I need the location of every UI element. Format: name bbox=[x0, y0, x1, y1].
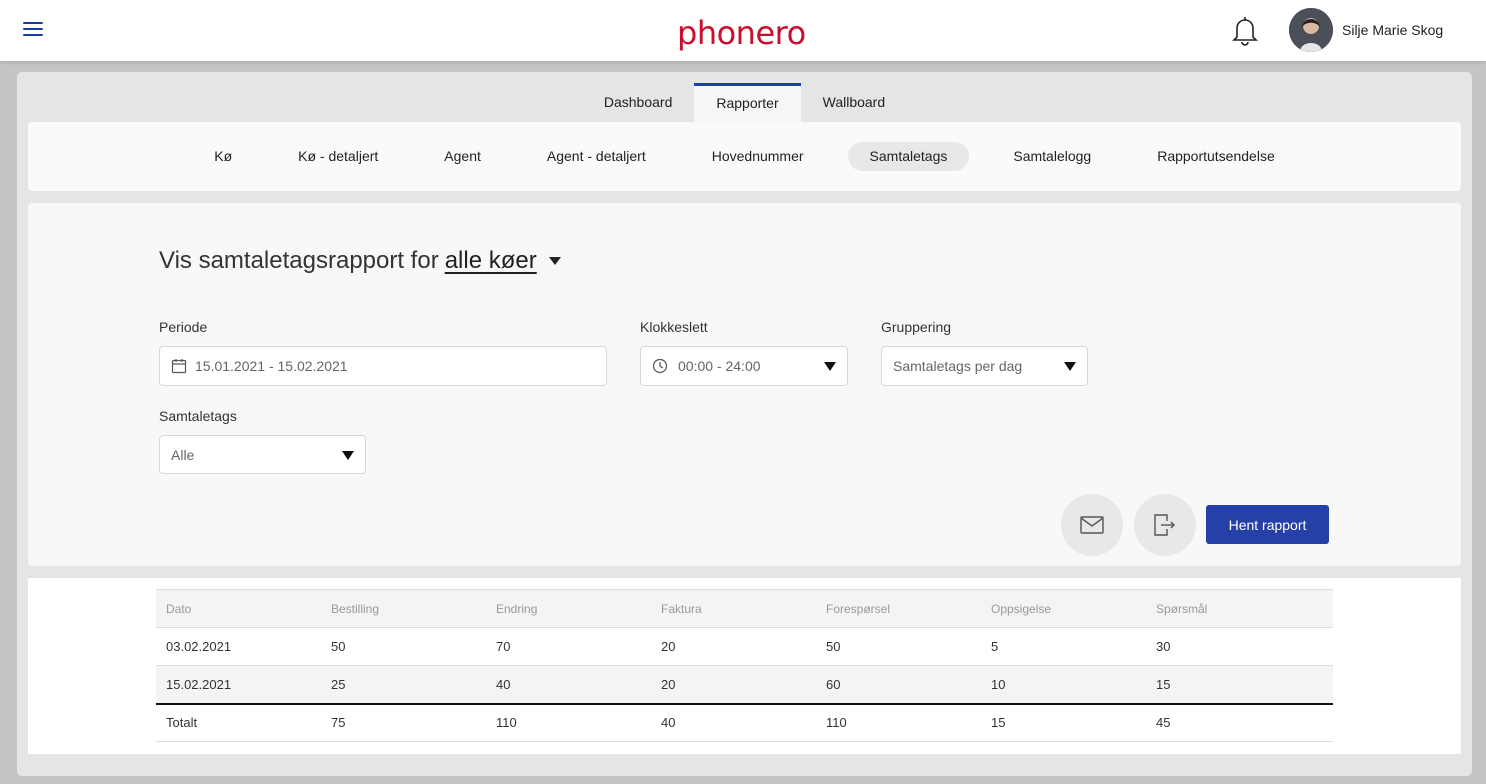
main-tabs: Dashboard Rapporter Wallboard bbox=[17, 83, 1472, 122]
cell-dato: 15.02.2021 bbox=[156, 665, 321, 704]
cell-total-label: Totalt bbox=[156, 702, 321, 742]
table-header-row: Dato Bestilling Endring Faktura Forespør… bbox=[156, 589, 1333, 628]
report-subtabs: Kø Kø - detaljert Agent Agent - detaljer… bbox=[28, 122, 1461, 191]
report-table: Dato Bestilling Endring Faktura Forespør… bbox=[156, 589, 1333, 742]
phonero-logo[interactable]: phonero bbox=[677, 12, 813, 54]
cell-total-bestilling: 75 bbox=[321, 702, 486, 742]
cell-sporsmal: 15 bbox=[1146, 665, 1333, 704]
periode-field[interactable]: 15.01.2021 - 15.02.2021 bbox=[159, 346, 607, 386]
chevron-down-icon bbox=[342, 451, 354, 460]
col-oppsigelse[interactable]: Oppsigelse bbox=[981, 589, 1146, 628]
mail-icon bbox=[1080, 516, 1104, 534]
col-bestilling[interactable]: Bestilling bbox=[321, 589, 486, 628]
klokkeslett-select[interactable]: 00:00 - 24:00 bbox=[640, 346, 848, 386]
user-name[interactable]: Silje Marie Skog bbox=[1342, 22, 1443, 38]
tab-dashboard[interactable]: Dashboard bbox=[582, 83, 695, 122]
clock-icon bbox=[652, 358, 668, 374]
results-panel: Dato Bestilling Endring Faktura Forespør… bbox=[28, 578, 1461, 754]
chevron-down-icon bbox=[1064, 362, 1076, 371]
cell-bestilling: 50 bbox=[321, 627, 486, 666]
tab-rapporter[interactable]: Rapporter bbox=[694, 83, 801, 122]
export-report-button[interactable] bbox=[1134, 494, 1196, 556]
col-sporsmal[interactable]: Spørsmål bbox=[1146, 589, 1333, 628]
cell-oppsigelse: 5 bbox=[981, 627, 1146, 666]
col-faktura[interactable]: Faktura bbox=[651, 589, 816, 628]
table-total-row: Totalt 75 110 40 110 15 45 bbox=[156, 702, 1333, 742]
hent-rapport-button[interactable]: Hent rapport bbox=[1206, 505, 1329, 544]
subtab-agent[interactable]: Agent bbox=[422, 142, 503, 171]
cell-total-oppsigelse: 15 bbox=[981, 702, 1146, 742]
subtab-rapportutsendelse[interactable]: Rapportutsendelse bbox=[1135, 142, 1297, 171]
klokkeslett-label: Klokkeslett bbox=[640, 319, 708, 335]
subtab-samtaletags[interactable]: Samtaletags bbox=[847, 142, 970, 171]
col-foresporsel[interactable]: Forespørsel bbox=[816, 589, 981, 628]
table-row: 03.02.2021 50 70 20 50 5 30 bbox=[156, 627, 1333, 666]
menu-icon[interactable] bbox=[23, 22, 43, 38]
cell-oppsigelse: 10 bbox=[981, 665, 1146, 704]
bell-icon[interactable] bbox=[1229, 13, 1261, 47]
samtaletags-value: Alle bbox=[171, 446, 195, 463]
page-title: Vis samtaletagsrapport for alle køer bbox=[159, 247, 561, 275]
title-prefix: Vis samtaletagsrapport for bbox=[159, 247, 439, 274]
avatar[interactable] bbox=[1289, 8, 1333, 52]
gruppering-label: Gruppering bbox=[881, 319, 952, 335]
cell-total-foresporsel: 110 bbox=[816, 702, 981, 742]
cell-dato: 03.02.2021 bbox=[156, 627, 321, 666]
subtab-samtalelogg[interactable]: Samtalelogg bbox=[991, 142, 1113, 171]
cell-endring: 40 bbox=[486, 665, 651, 704]
tab-wallboard[interactable]: Wallboard bbox=[801, 83, 908, 122]
subtab-agent-detaljert[interactable]: Agent - detaljert bbox=[525, 142, 668, 171]
subtab-ko-detaljert[interactable]: Kø - detaljert bbox=[276, 142, 400, 171]
cell-total-endring: 110 bbox=[486, 702, 651, 742]
queue-selector[interactable]: alle køer bbox=[445, 247, 537, 275]
table-row: 15.02.2021 25 40 20 60 10 15 bbox=[156, 665, 1333, 704]
email-report-button[interactable] bbox=[1061, 494, 1123, 556]
periode-value: 15.01.2021 - 15.02.2021 bbox=[195, 358, 348, 374]
periode-label: Periode bbox=[159, 319, 208, 335]
col-dato[interactable]: Dato bbox=[156, 589, 321, 628]
col-endring[interactable]: Endring bbox=[486, 589, 651, 628]
gruppering-value: Samtaletags per dag bbox=[893, 358, 1023, 374]
cell-faktura: 20 bbox=[651, 665, 816, 704]
top-bar: phonero Silje Marie Skog bbox=[0, 0, 1486, 61]
export-icon bbox=[1154, 514, 1175, 536]
cell-bestilling: 25 bbox=[321, 665, 486, 704]
klokkeslett-value: 00:00 - 24:00 bbox=[678, 358, 761, 374]
subtab-ko[interactable]: Kø bbox=[192, 142, 254, 171]
calendar-icon bbox=[171, 359, 187, 374]
gruppering-select[interactable]: Samtaletags per dag bbox=[881, 346, 1088, 386]
chevron-down-icon bbox=[824, 362, 836, 371]
cell-endring: 70 bbox=[486, 627, 651, 666]
report-form: Vis samtaletagsrapport for alle køer Per… bbox=[28, 203, 1461, 566]
samtaletags-label: Samtaletags bbox=[159, 408, 237, 424]
cell-total-faktura: 40 bbox=[651, 702, 816, 742]
app-shell: Dashboard Rapporter Wallboard Kø Kø - de… bbox=[17, 72, 1472, 776]
samtaletags-select[interactable]: Alle bbox=[159, 435, 366, 474]
subtab-hovednummer[interactable]: Hovednummer bbox=[690, 142, 826, 171]
cell-foresporsel: 50 bbox=[816, 627, 981, 666]
cell-sporsmal: 30 bbox=[1146, 627, 1333, 666]
caret-down-icon[interactable] bbox=[548, 257, 561, 265]
cell-foresporsel: 60 bbox=[816, 665, 981, 704]
cell-faktura: 20 bbox=[651, 627, 816, 666]
cell-total-sporsmal: 45 bbox=[1146, 702, 1333, 742]
